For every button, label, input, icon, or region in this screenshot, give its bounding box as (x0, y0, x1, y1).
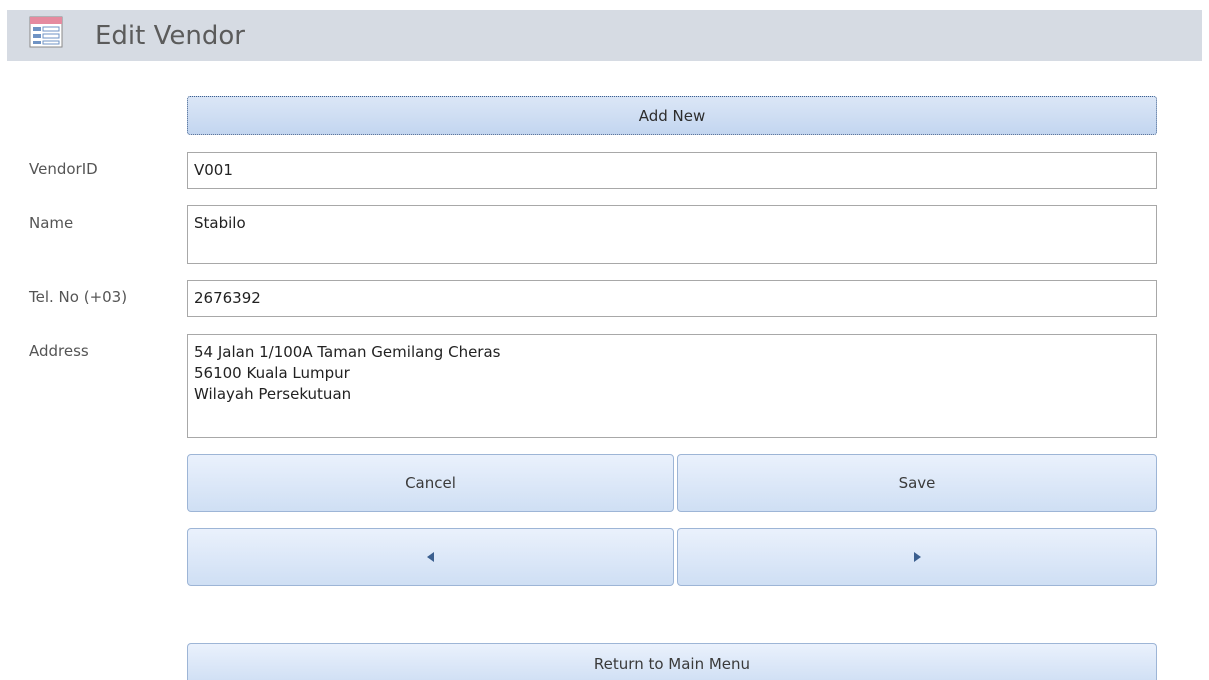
return-label: Return to Main Menu (593, 654, 751, 673)
page-title: Edit Vendor (95, 21, 245, 51)
edit-vendor-form: Edit Vendor Add New VendorID V001 Name S… (0, 0, 1209, 680)
form-icon (29, 16, 63, 48)
address-label: Address (29, 342, 89, 360)
tel-field[interactable]: 2676392 (187, 280, 1157, 317)
add-new-label: Add New (638, 106, 706, 125)
triangle-right-icon (914, 552, 921, 562)
vendor-id-label: VendorID (29, 160, 98, 178)
previous-record-button[interactable] (187, 528, 674, 586)
vendor-id-field[interactable]: V001 (187, 152, 1157, 189)
name-label: Name (29, 214, 74, 232)
cancel-label: Cancel (405, 474, 456, 492)
address-field[interactable]: 54 Jalan 1/100A Taman Gemilang Cheras 56… (187, 334, 1157, 438)
add-new-button[interactable]: Add New (187, 96, 1157, 135)
name-field[interactable]: Stabilo (187, 205, 1157, 264)
tel-label: Tel. No (+03) (29, 288, 128, 306)
return-to-main-menu-button[interactable]: Return to Main Menu (187, 643, 1157, 680)
save-label: Save (898, 474, 936, 492)
cancel-button[interactable]: Cancel (187, 454, 674, 512)
save-button[interactable]: Save (677, 454, 1157, 512)
triangle-left-icon (426, 552, 434, 562)
form-header: Edit Vendor (7, 10, 1202, 61)
next-record-button[interactable] (677, 528, 1157, 586)
